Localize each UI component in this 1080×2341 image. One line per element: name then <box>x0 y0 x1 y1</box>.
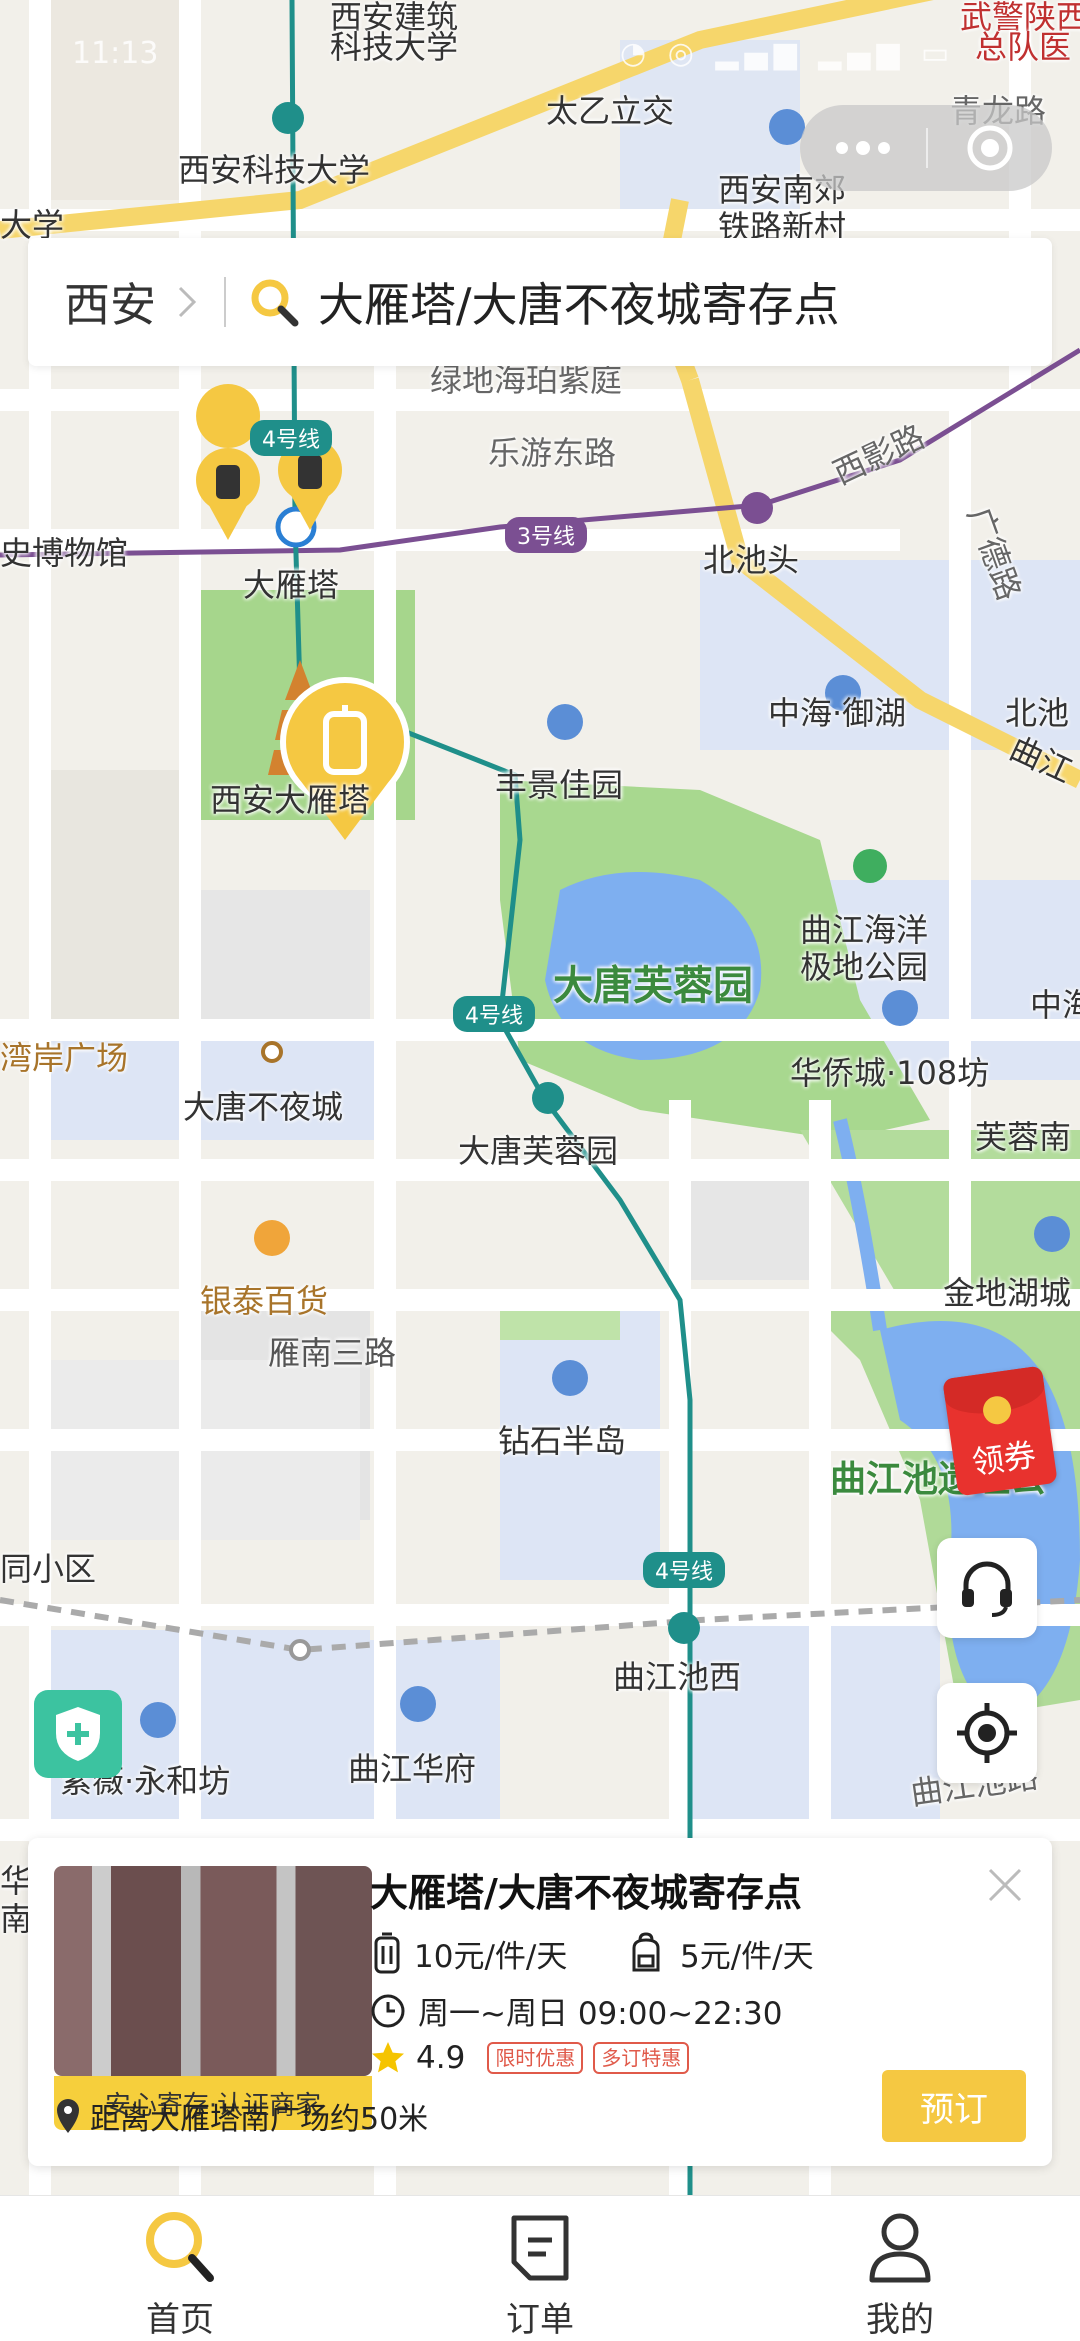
nav-label: 订单 <box>506 2300 574 2340</box>
coupon-button[interactable]: 领券 <box>942 1365 1058 1497</box>
map-label: 华侨城·108坊 <box>790 1054 990 1092</box>
metro-line-badge: 4号线 <box>453 996 535 1032</box>
map-label: 总队医 <box>975 28 1072 66</box>
nav-profile[interactable]: 我的 <box>800 2196 1000 2341</box>
nav-label: 首页 <box>146 2300 214 2340</box>
price-large-row: 10元/件/天 <box>370 1930 567 1976</box>
divider <box>224 277 226 327</box>
nav-label: 我的 <box>866 2300 934 2340</box>
map-label: 乐游东路 <box>488 434 617 472</box>
search-query[interactable]: 大雁塔/大唐不夜城寄存点 <box>318 269 840 335</box>
search-bar[interactable]: 西安 大雁塔/大唐不夜城寄存点 <box>28 238 1052 366</box>
city-selector[interactable]: 西安 <box>64 269 156 335</box>
coupon-label: 领券 <box>969 1435 1039 1482</box>
price-small-row: 5元/件/天 <box>626 1930 814 1976</box>
store-photo[interactable] <box>54 1866 372 2076</box>
metro-line-badge: 4号线 <box>250 420 332 456</box>
bottom-navigation: 首页 订单 我的 <box>0 2195 1080 2341</box>
headset-icon <box>962 1561 1012 1617</box>
map-label: 大唐不夜城 <box>183 1088 344 1126</box>
map-label: 芙蓉南 <box>975 1118 1072 1156</box>
map-label: 太乙立交 <box>546 92 675 130</box>
insurance-button[interactable] <box>34 1690 122 1778</box>
book-button[interactable]: 预订 <box>882 2070 1026 2142</box>
target-close-icon <box>967 125 1013 171</box>
map-label: 银泰百货 <box>200 1282 329 1320</box>
map-label: 中海 <box>1030 986 1080 1024</box>
suitcase-icon <box>374 1932 400 1974</box>
clock-icon <box>371 1994 405 2027</box>
map-label: 史博物馆 <box>0 534 129 572</box>
close-miniprogram-button[interactable] <box>928 105 1052 191</box>
promo-tag: 多订特惠 <box>593 2042 690 2074</box>
store-title: 大雁塔/大唐不夜城寄存点 <box>370 1871 802 1915</box>
map-label: 同小区 <box>0 1550 97 1588</box>
storage-location-card[interactable]: 安心寄存·认证商家 大雁塔/大唐不夜城寄存点 10元/件/天 5元/件/天 周一… <box>28 1838 1052 2166</box>
map-label: 西安科技大学 <box>178 151 371 189</box>
map-label: 曲江华府 <box>348 1750 477 1788</box>
map-label: 科技大学 <box>330 28 459 66</box>
status-icons: ◔ ◎ ▂▄▆ ▂▄▆ ▭ <box>620 36 956 71</box>
order-list-icon <box>511 2215 569 2281</box>
search-icon <box>251 279 299 327</box>
map-label: 湾岸广场 <box>0 1039 129 1077</box>
rating-row: 4.9 限时优惠 多订特惠 <box>370 2040 690 2076</box>
map-label: 大唐芙蓉园 <box>458 1132 619 1170</box>
map-label: 钻石半岛 <box>498 1422 627 1460</box>
map-label: 丰景佳园 <box>495 766 624 804</box>
user-icon <box>869 2213 931 2283</box>
map-label: 雁南三路 <box>268 1334 397 1372</box>
backpack-icon <box>632 1932 660 1972</box>
map-label: 大唐芙蓉园 <box>553 963 753 1009</box>
status-time: 11:13 <box>72 36 159 71</box>
map-label: 北池 <box>1005 694 1070 732</box>
price-small: 5元/件/天 <box>680 1938 814 1975</box>
distance-text: 距离大雁塔南广场约50米 <box>90 2102 429 2137</box>
map-label: 中海·御湖 <box>768 694 907 732</box>
miniprogram-capsule <box>800 105 1052 191</box>
map-label: 西安大雁塔 <box>210 781 371 819</box>
map-label: 大雁塔 <box>243 566 340 604</box>
customer-service-button[interactable] <box>937 1538 1037 1638</box>
map-label: 曲江池西 <box>613 1658 742 1696</box>
nav-orders[interactable]: 订单 <box>440 2196 640 2341</box>
promo-tag: 限时优惠 <box>487 2042 584 2074</box>
map-label: 金地湖城 <box>943 1274 1072 1312</box>
distance-row: 距离大雁塔南广场约50米 <box>54 2094 428 2138</box>
price-large: 10元/件/天 <box>414 1938 568 1975</box>
metro-line-badge: 3号线 <box>505 517 587 553</box>
more-menu-button[interactable] <box>800 105 926 191</box>
locate-button[interactable] <box>937 1683 1037 1783</box>
chevron-right-icon <box>178 286 197 318</box>
opening-hours: 周一~周日 09:00~22:30 <box>418 1996 783 2032</box>
location-pin-icon <box>57 2099 79 2133</box>
rating-value: 4.9 <box>416 2040 466 2076</box>
search-home-icon <box>146 2212 214 2282</box>
crosshair-icon <box>957 1703 1017 1763</box>
map-label: 北池头 <box>703 541 800 579</box>
close-icon[interactable] <box>980 1860 1030 1910</box>
nav-home[interactable]: 首页 <box>80 2196 280 2341</box>
star-icon <box>372 2042 404 2073</box>
shield-plus-icon <box>56 1707 100 1761</box>
more-dots-icon <box>836 141 890 155</box>
hours-row: 周一~周日 09:00~22:30 <box>370 1988 782 2033</box>
map-label: 极地公园 <box>800 948 929 986</box>
metro-line-badge: 4号线 <box>643 1552 725 1588</box>
